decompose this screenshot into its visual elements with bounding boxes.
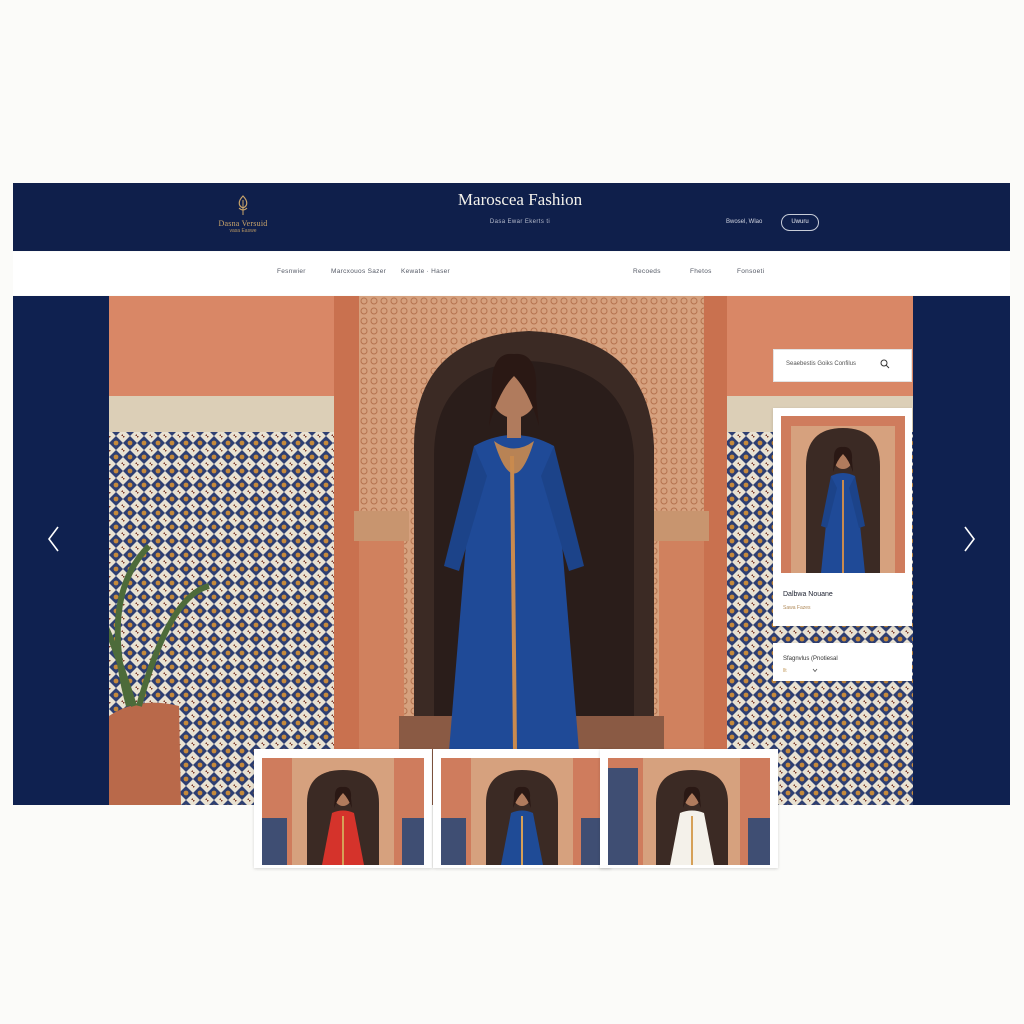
site-tagline: Dasa Ewar Ekerts ti — [489, 219, 551, 225]
nav-item-1[interactable]: Fesnwier — [277, 268, 306, 275]
nav-item-2[interactable]: Marcxouos Sazer — [331, 268, 386, 275]
options-label: Sfagnvlus (Pnotiesal — [783, 656, 838, 662]
chevron-left-icon[interactable] — [45, 524, 63, 554]
nav-item-4[interactable]: Recoeds — [633, 268, 661, 275]
product-image[interactable] — [781, 416, 905, 573]
header-link[interactable]: Bwosel, Wlao — [726, 219, 762, 225]
options-value[interactable]: llt — [783, 668, 787, 674]
header-button[interactable]: Uwuru — [781, 214, 819, 231]
search-input[interactable]: Seaebestis Goiks Confilus — [786, 361, 856, 367]
nav-item-5[interactable]: Fhetos — [690, 268, 712, 275]
search-icon[interactable] — [880, 359, 890, 369]
product-title[interactable]: Dalbwa Nouane — [783, 591, 833, 598]
nav-item-6[interactable]: Fonsoeti — [737, 268, 764, 275]
thumbnail-image[interactable] — [262, 758, 424, 865]
logo-icon[interactable] — [234, 195, 252, 217]
chevron-right-icon[interactable] — [960, 524, 978, 554]
thumbnail-image[interactable] — [441, 758, 603, 865]
nav-bar — [13, 252, 1010, 295]
thumbnail-image[interactable] — [608, 758, 770, 865]
options-panel[interactable] — [773, 643, 912, 681]
logo-name[interactable]: Dasna Versuid — [205, 219, 281, 228]
product-subtitle: Sawa Fazes — [783, 605, 811, 611]
site-title: Maroscea Fashion — [457, 190, 583, 209]
chevron-down-icon[interactable] — [812, 668, 818, 673]
nav-item-3[interactable]: Kewate · Haser — [401, 268, 450, 275]
logo-subtitle: vasa Easwe — [229, 228, 257, 234]
